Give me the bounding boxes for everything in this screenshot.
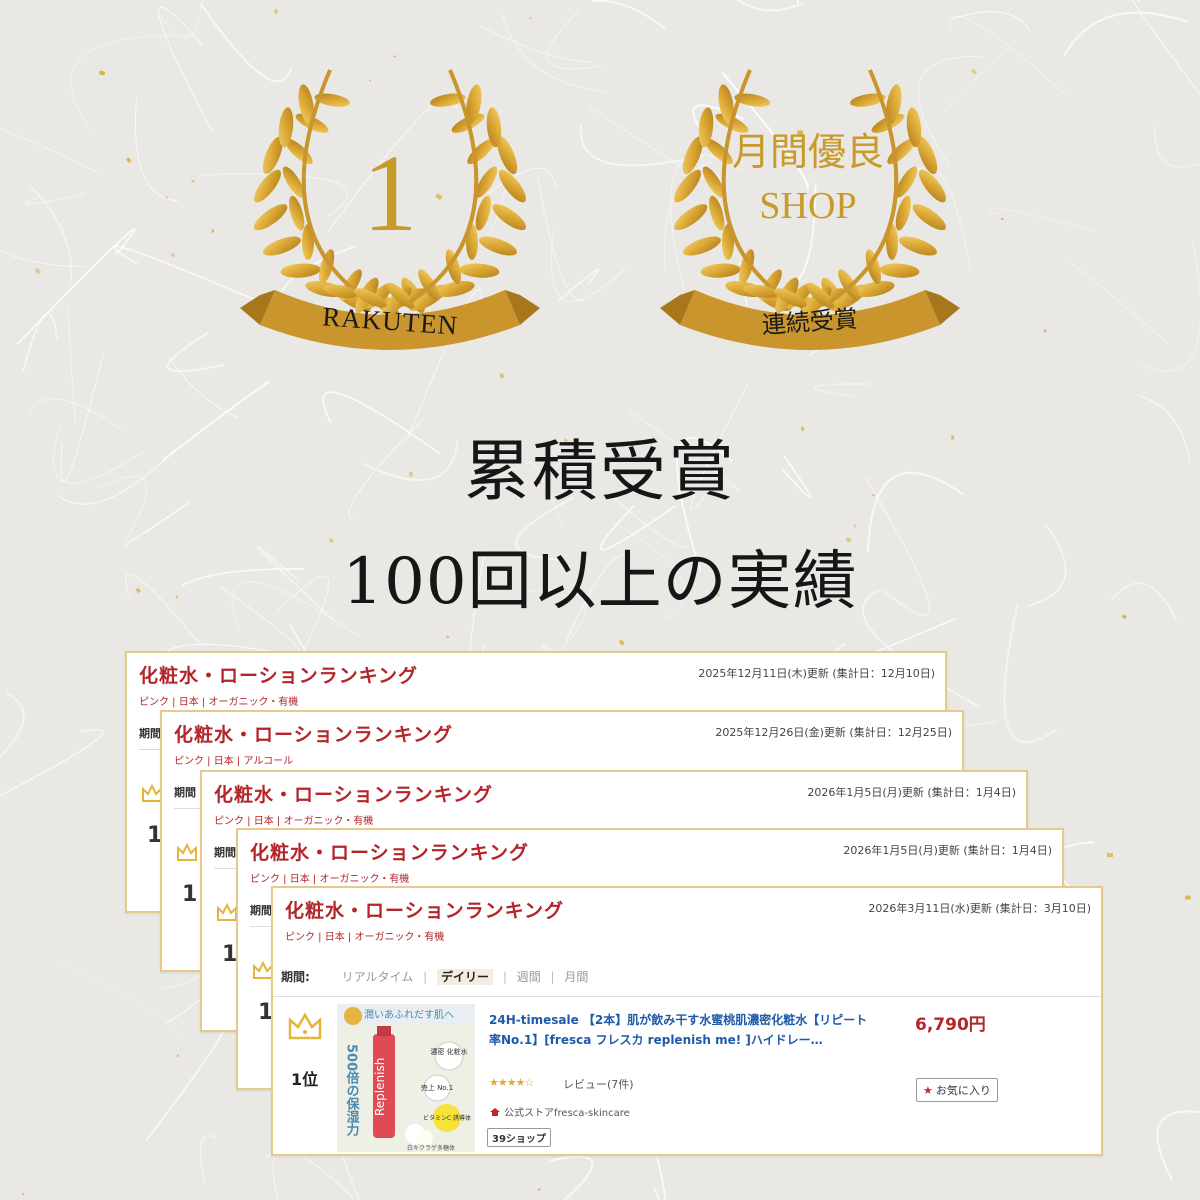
svg-text:濃密 化粧水: 濃密 化粧水 xyxy=(430,1047,467,1056)
product-thumbnail[interactable]: 潤いあふれだす肌へ Replenish 500倍の保湿力 濃密 化粧水 売上 N… xyxy=(337,1004,475,1152)
ranking-title: 化粧水・ローションランキング xyxy=(285,900,565,922)
ranking-card-front: 化粧水・ローションランキング 2026年3月11日(水)更新 (集計日：3月10… xyxy=(271,886,1103,1156)
home-icon xyxy=(490,1108,500,1116)
period-label: 期間 xyxy=(250,904,272,917)
rank-number: 1位 xyxy=(291,1070,319,1089)
shop-name: 公式ストアfresca-skincare xyxy=(504,1108,630,1119)
divider xyxy=(273,996,1101,997)
rank-number: 1 xyxy=(182,882,198,907)
badge-line2: SHOP xyxy=(759,185,856,227)
period-label: 期間 xyxy=(139,727,161,740)
ranking-date: 2026年1月5日(月)更新 (集計日：1月4日) xyxy=(843,844,1052,857)
rakuten-rank-badge: 1 RAKUTEN xyxy=(220,40,560,380)
shop-39-badge: 39ショップ xyxy=(487,1128,551,1147)
favorite-button[interactable]: ★ お気に入り xyxy=(916,1078,998,1102)
headline-award-title: 累積受賞 xyxy=(464,433,736,510)
svg-text:売上 No.1: 売上 No.1 xyxy=(421,1083,453,1092)
headline-award-count: 100回以上の実績 xyxy=(342,545,858,619)
ranking-tags: ピンク | 日本 | オーガニック・有機 xyxy=(250,874,410,885)
review-link[interactable]: レビュー(7件) xyxy=(563,1076,634,1092)
svg-text:ビタミンC 誘導体: ビタミンC 誘導体 xyxy=(423,1114,471,1122)
ranking-date: 2025年12月11日(木)更新 (集計日：12月10日) xyxy=(698,667,935,680)
svg-text:白キクラゲ多糖体: 白キクラゲ多糖体 xyxy=(407,1144,455,1152)
period-label: 期間: xyxy=(281,970,310,984)
product-price: 6,790円 xyxy=(915,1015,986,1035)
ranking-tags: ピンク | 日本 | オーガニック・有機 xyxy=(285,932,445,943)
crown-icon xyxy=(217,902,237,921)
laurel-wreath-icon: 月間優良 SHOP 連続受賞 xyxy=(660,69,960,350)
tab-realtime[interactable]: リアルタイム xyxy=(342,970,414,984)
ranking-title: 化粧水・ローションランキング xyxy=(139,665,419,687)
laurel-wreath-icon: 1 RAKUTEN xyxy=(240,69,540,350)
rating-stars-icon: ★★★★☆ xyxy=(489,1076,534,1089)
period-tabs: 期間: リアルタイム | デイリー | 週間 | 月間 xyxy=(281,969,589,985)
crown-icon xyxy=(177,842,197,861)
ranking-tags: ピンク | 日本 | アルコール xyxy=(174,756,294,767)
ranking-date: 2026年3月11日(水)更新 (集計日：3月10日) xyxy=(868,902,1091,915)
period-label: 期間 xyxy=(214,846,236,859)
period-label: 期間 xyxy=(174,786,196,799)
ranking-date: 2026年1月5日(月)更新 (集計日：1月4日) xyxy=(807,786,1016,799)
svg-text:Replenish: Replenish xyxy=(373,1058,387,1116)
ranking-tags: ピンク | 日本 | オーガニック・有機 xyxy=(214,816,374,827)
tab-weekly[interactable]: 週間 xyxy=(517,970,541,984)
ranking-title: 化粧水・ローションランキング xyxy=(250,842,530,864)
tab-monthly[interactable]: 月間 xyxy=(564,970,588,984)
monthly-shop-badge: 月間優良 SHOP 連続受賞 xyxy=(640,40,980,380)
badge-number: 1 xyxy=(363,132,418,254)
crown-icon xyxy=(288,1012,322,1040)
badge-line1: 月間優良 xyxy=(732,132,884,174)
svg-text:潤いあふれだす肌へ: 潤いあふれだす肌へ xyxy=(364,1009,454,1021)
ranking-date: 2025年12月26日(金)更新 (集計日：12月25日) xyxy=(715,726,952,739)
svg-text:500倍の保湿力: 500倍の保湿力 xyxy=(344,1044,361,1138)
star-icon: ★ xyxy=(923,1084,933,1097)
shop-link[interactable]: 公式ストアfresca-skincare xyxy=(489,1104,630,1119)
ranking-title: 化粧水・ローションランキング xyxy=(214,784,494,806)
ranking-tags: ピンク | 日本 | オーガニック・有機 xyxy=(139,697,299,708)
product-image: 潤いあふれだす肌へ Replenish 500倍の保湿力 濃密 化粧水 売上 N… xyxy=(337,1004,475,1152)
product-title-link[interactable]: 24H-timesale 【2本】肌が飲み干す水蜜桃肌濃密化粧水【リピート率No… xyxy=(489,1010,869,1050)
tab-daily[interactable]: デイリー xyxy=(436,969,493,985)
ranking-title: 化粧水・ローションランキング xyxy=(174,724,454,746)
